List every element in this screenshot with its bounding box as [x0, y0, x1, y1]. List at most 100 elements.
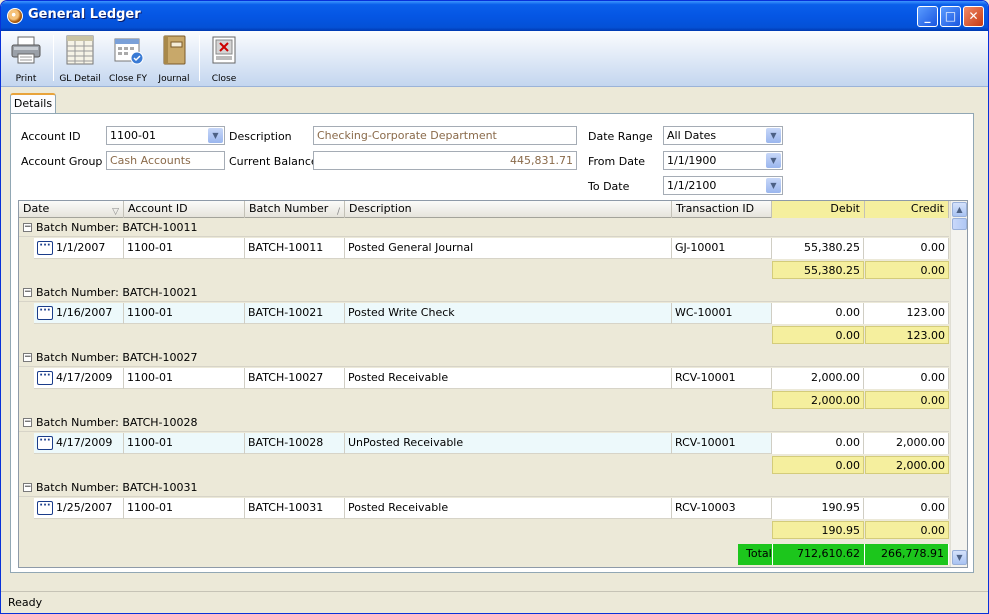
date-range-value: All Dates — [667, 129, 717, 142]
table-row[interactable]: 1/16/2007 1100-01 BATCH-10021 Posted Write … — [34, 303, 949, 324]
group-summary-row: 0.00 2,000.00 — [34, 455, 949, 475]
column-header-debit[interactable]: Debit — [772, 201, 865, 218]
credit-cell[interactable]: 2,000.00 — [864, 433, 949, 454]
column-header-account-id[interactable]: Account ID — [124, 201, 245, 218]
date-range-combo[interactable]: All Dates ▼ — [663, 126, 783, 145]
summary-debit: 0.00 — [772, 326, 864, 344]
table-row[interactable]: 1/25/2007 1100-01 BATCH-10031 Posted Receiv… — [34, 498, 949, 519]
toolbar-separator — [199, 35, 200, 81]
description-field[interactable]: Checking-Corporate Department — [313, 126, 577, 145]
column-header-date[interactable]: Date ▽ — [19, 201, 124, 218]
close-window-button[interactable]: ✕ — [963, 6, 984, 27]
tab-details[interactable]: Details — [10, 93, 56, 114]
account-id-combo[interactable]: 1100-01 ▼ — [106, 126, 225, 145]
close-fy-button[interactable]: Close FY — [105, 33, 151, 85]
column-header-credit[interactable]: Credit — [865, 201, 949, 218]
current-balance-label: Current Balance — [229, 155, 318, 168]
column-header-transaction-id[interactable]: Transaction ID — [672, 201, 772, 218]
account-group-field[interactable]: Cash Accounts — [106, 151, 225, 170]
account-id-cell[interactable]: 1100-01 — [124, 433, 245, 454]
collapse-icon[interactable]: − — [23, 483, 32, 492]
row-detail-ellipsis-button[interactable]: ··· — [37, 306, 53, 320]
scroll-thumb[interactable] — [952, 218, 967, 230]
to-date-picker[interactable]: 1/1/2100 ▼ — [663, 176, 783, 195]
group-summary-row: 55,380.25 0.00 — [34, 260, 949, 280]
group-header-3[interactable]: − Batch Number: BATCH-10028 — [19, 414, 949, 432]
batch-number-cell[interactable]: BATCH-10028 — [245, 433, 345, 454]
journal-button[interactable]: Journal — [153, 33, 195, 85]
credit-cell[interactable]: 123.00 — [864, 303, 949, 324]
collapse-icon[interactable]: − — [23, 223, 32, 232]
total-credit: 266,778.91 — [865, 544, 949, 565]
total-debit: 712,610.62 — [773, 544, 865, 565]
transaction-id-cell[interactable]: RCV-10003 — [672, 498, 772, 519]
batch-number-cell[interactable]: BATCH-10011 — [245, 238, 345, 259]
vertical-scrollbar[interactable]: ▲ ▼ — [950, 201, 967, 567]
from-date-label: From Date — [588, 155, 646, 168]
account-id-cell[interactable]: 1100-01 — [124, 238, 245, 259]
chevron-down-icon[interactable]: ▼ — [766, 178, 781, 193]
account-id-cell[interactable]: 1100-01 — [124, 368, 245, 389]
collapse-icon[interactable]: − — [23, 418, 32, 427]
account-id-cell[interactable]: 1100-01 — [124, 303, 245, 324]
chevron-down-icon[interactable]: ▼ — [766, 153, 781, 168]
maximize-button[interactable]: □ — [940, 6, 961, 27]
row-detail-ellipsis-button[interactable]: ··· — [37, 501, 53, 515]
row-detail-ellipsis-button[interactable]: ··· — [37, 371, 53, 385]
gl-detail-button[interactable]: GL Detail — [57, 33, 103, 85]
column-header-batch-number[interactable]: Batch Number / — [245, 201, 345, 218]
title-bar[interactable]: General Ledger _ □ ✕ — [1, 1, 988, 31]
from-date-picker[interactable]: 1/1/1900 ▼ — [663, 151, 783, 170]
description-cell[interactable]: Posted Write Check — [345, 303, 672, 324]
column-header-description[interactable]: Description — [345, 201, 672, 218]
table-row[interactable]: 4/17/2009 1100-01 BATCH-10027 Posted Receiv… — [34, 368, 949, 389]
filter-icon[interactable]: ▽ — [112, 204, 119, 218]
credit-cell[interactable]: 0.00 — [864, 238, 949, 259]
group-header-label: Batch Number: BATCH-10027 — [36, 351, 198, 364]
credit-cell[interactable]: 0.00 — [864, 368, 949, 389]
table-row[interactable]: 1/1/2007 1100-01 BATCH-10011 Posted General… — [34, 238, 949, 259]
debit-cell[interactable]: 2,000.00 — [772, 368, 864, 389]
sort-ascending-icon: / — [336, 207, 340, 217]
row-detail-ellipsis-button[interactable]: ··· — [37, 241, 53, 255]
current-balance-field[interactable]: 445,831.71 — [313, 151, 577, 170]
debit-cell[interactable]: 55,380.25 — [772, 238, 864, 259]
group-header-2[interactable]: − Batch Number: BATCH-10027 — [19, 349, 949, 367]
description-cell[interactable]: Posted Receivable — [345, 498, 672, 519]
group-header-1[interactable]: − Batch Number: BATCH-10021 — [19, 284, 949, 302]
minimize-button[interactable]: _ — [917, 6, 938, 27]
debit-cell[interactable]: 190.95 — [772, 498, 864, 519]
scroll-up-button[interactable]: ▲ — [952, 202, 967, 217]
debit-cell[interactable]: 0.00 — [772, 303, 864, 324]
row-detail-ellipsis-button[interactable]: ··· — [37, 436, 53, 450]
print-button[interactable]: Print — [5, 33, 47, 85]
account-id-cell[interactable]: 1100-01 — [124, 498, 245, 519]
collapse-icon[interactable]: − — [23, 353, 32, 362]
window-title: General Ledger — [28, 7, 141, 22]
transaction-id-cell[interactable]: GJ-10001 — [672, 238, 772, 259]
chevron-down-icon[interactable]: ▼ — [208, 128, 223, 143]
group-header-0[interactable]: − Batch Number: BATCH-10011 — [19, 219, 949, 237]
batch-number-cell[interactable]: BATCH-10021 — [245, 303, 345, 324]
table-row[interactable]: 4/17/2009 1100-01 BATCH-10028 UnPosted Rece… — [34, 433, 949, 454]
description-cell[interactable]: Posted General Journal — [345, 238, 672, 259]
group-header-4[interactable]: − Batch Number: BATCH-10031 — [19, 479, 949, 497]
summary-credit: 2,000.00 — [865, 456, 949, 474]
description-cell[interactable]: Posted Receivable — [345, 368, 672, 389]
scroll-down-button[interactable]: ▼ — [952, 550, 967, 565]
group-header-label: Batch Number: BATCH-10031 — [36, 481, 198, 494]
ledger-sheet-icon — [66, 35, 94, 65]
transaction-id-cell[interactable]: RCV-10001 — [672, 433, 772, 454]
description-cell[interactable]: UnPosted Receivable — [345, 433, 672, 454]
batch-number-cell[interactable]: BATCH-10027 — [245, 368, 345, 389]
transaction-id-cell[interactable]: WC-10001 — [672, 303, 772, 324]
description-label: Description — [229, 130, 292, 143]
batch-number-cell[interactable]: BATCH-10031 — [245, 498, 345, 519]
transaction-id-cell[interactable]: RCV-10001 — [672, 368, 772, 389]
debit-cell[interactable]: 0.00 — [772, 433, 864, 454]
collapse-icon[interactable]: − — [23, 288, 32, 297]
toolbar: Print GL Detail Close FY Journal Close — [1, 31, 988, 87]
credit-cell[interactable]: 0.00 — [864, 498, 949, 519]
chevron-down-icon[interactable]: ▼ — [766, 128, 781, 143]
close-button[interactable]: Close — [203, 33, 245, 85]
